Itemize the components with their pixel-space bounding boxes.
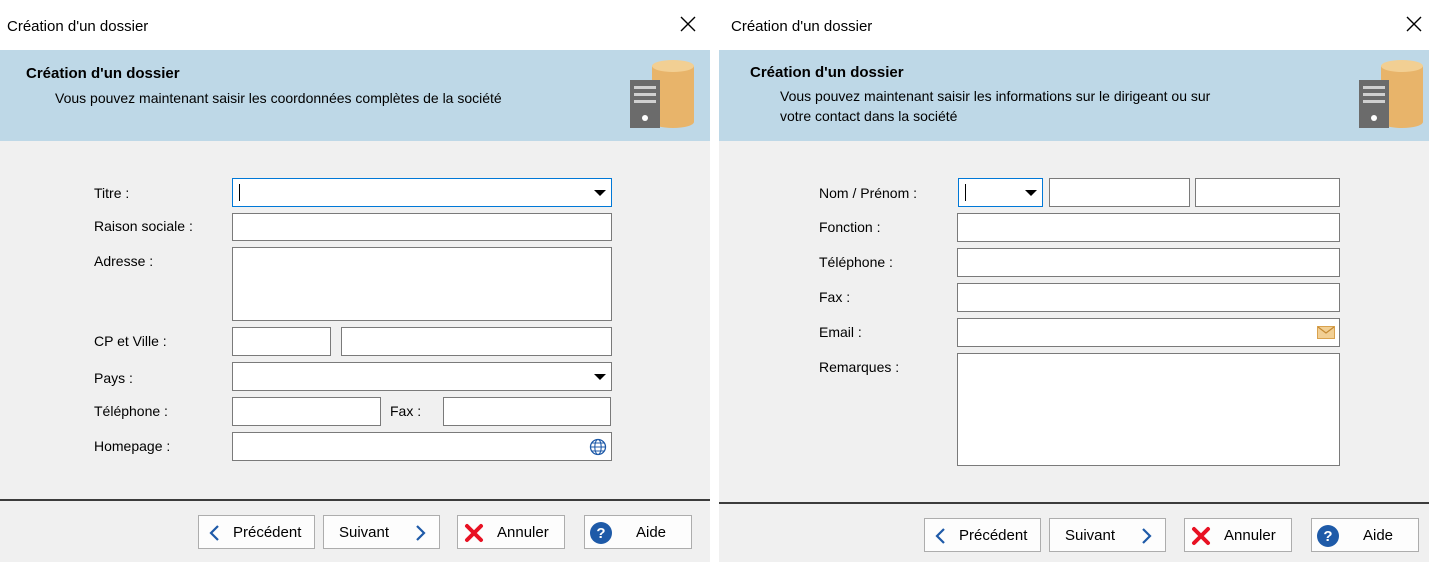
contact-dialog: Création d'un dossier Création d'un doss… <box>719 0 1429 562</box>
title-bar: Création d'un dossier <box>0 0 710 50</box>
email-label: Email : <box>819 324 862 340</box>
company-dialog: Création d'un dossier Création d'un doss… <box>0 0 710 562</box>
telephone-input[interactable] <box>232 397 381 426</box>
close-icon[interactable] <box>678 14 698 34</box>
fax-label: Fax : <box>390 403 422 419</box>
help-label: Aide <box>1363 526 1394 544</box>
civilite-select[interactable] <box>958 178 1043 207</box>
close-icon[interactable] <box>1404 14 1424 34</box>
help-icon: ? <box>590 522 612 544</box>
footer-divider <box>0 499 710 501</box>
red-x-icon <box>465 524 483 542</box>
previous-button[interactable]: Précédent <box>198 515 315 549</box>
previous-button[interactable]: Précédent <box>924 518 1041 552</box>
homepage-label: Homepage : <box>94 438 171 454</box>
email-input[interactable] <box>957 318 1340 347</box>
fonction-input[interactable] <box>957 213 1340 242</box>
previous-label: Précédent <box>959 526 1028 544</box>
banner-subtitle-line2: votre contact dans la société <box>780 108 958 124</box>
window-title: Création d'un dossier <box>7 18 149 35</box>
next-label: Suivant <box>339 523 390 541</box>
remarques-textarea[interactable] <box>957 353 1340 466</box>
telephone-input[interactable] <box>957 248 1340 277</box>
cp-ville-label: CP et Ville : <box>94 333 167 349</box>
cancel-button[interactable]: Annuler <box>457 515 565 549</box>
fax-label: Fax : <box>819 289 851 305</box>
next-label: Suivant <box>1065 526 1116 544</box>
fax-input[interactable] <box>957 283 1340 312</box>
banner-subtitle: Vous pouvez maintenant saisir les inform… <box>780 86 1340 126</box>
fax-input[interactable] <box>443 397 611 426</box>
titre-label: Titre : <box>94 185 130 201</box>
svg-text:?: ? <box>596 525 605 542</box>
cancel-label: Annuler <box>497 523 549 541</box>
help-button[interactable]: ? Aide <box>1311 518 1419 552</box>
banner-title: Création d'un dossier <box>26 65 180 82</box>
raison-sociale-label: Raison sociale : <box>94 218 193 234</box>
dialog-gap <box>710 0 719 562</box>
help-label: Aide <box>636 523 667 541</box>
database-server-icon <box>630 60 694 128</box>
homepage-input[interactable] <box>232 432 612 461</box>
adresse-label: Adresse : <box>94 253 154 269</box>
cancel-label: Annuler <box>1224 526 1276 544</box>
globe-icon[interactable] <box>589 438 607 456</box>
telephone-label: Téléphone : <box>819 254 893 270</box>
footer-divider <box>719 502 1429 504</box>
header-banner: Création d'un dossier Vous pouvez mainte… <box>719 50 1429 141</box>
nom-input[interactable] <box>1049 178 1190 207</box>
nom-prenom-label: Nom / Prénom : <box>819 185 918 201</box>
cp-input[interactable] <box>232 327 331 356</box>
pays-label: Pays : <box>94 370 133 386</box>
help-icon: ? <box>1317 525 1339 547</box>
help-button[interactable]: ? Aide <box>584 515 692 549</box>
previous-label: Précédent <box>233 523 302 541</box>
title-bar: Création d'un dossier <box>719 0 1429 50</box>
text-caret <box>239 184 240 201</box>
prenom-input[interactable] <box>1195 178 1340 207</box>
text-caret <box>965 184 966 201</box>
next-button[interactable]: Suivant <box>323 515 440 549</box>
database-server-icon <box>1359 60 1423 128</box>
adresse-textarea[interactable] <box>232 247 612 321</box>
chevron-right-icon <box>416 525 426 541</box>
ville-input[interactable] <box>341 327 612 356</box>
header-banner: Création d'un dossier Vous pouvez mainte… <box>0 50 710 141</box>
telephone-label: Téléphone : <box>94 403 168 419</box>
fonction-label: Fonction : <box>819 219 881 235</box>
banner-subtitle: Vous pouvez maintenant saisir les coordo… <box>55 90 502 106</box>
chevron-right-icon <box>1142 528 1152 544</box>
remarques-label: Remarques : <box>819 359 900 375</box>
titre-select[interactable] <box>232 178 612 207</box>
chevron-down-icon[interactable] <box>594 190 606 196</box>
chevron-left-icon <box>209 525 219 541</box>
mail-icon[interactable] <box>1317 326 1335 339</box>
svg-text:?: ? <box>1323 528 1332 545</box>
window-title: Création d'un dossier <box>731 18 873 35</box>
banner-subtitle-line1: Vous pouvez maintenant saisir les inform… <box>780 88 1211 104</box>
next-button[interactable]: Suivant <box>1049 518 1166 552</box>
chevron-down-icon[interactable] <box>1025 190 1037 196</box>
chevron-down-icon[interactable] <box>594 374 606 380</box>
banner-title: Création d'un dossier <box>750 64 904 81</box>
raison-sociale-input[interactable] <box>232 213 612 241</box>
red-x-icon <box>1192 527 1210 545</box>
pays-select[interactable] <box>232 362 612 391</box>
cancel-button[interactable]: Annuler <box>1184 518 1292 552</box>
chevron-left-icon <box>935 528 945 544</box>
